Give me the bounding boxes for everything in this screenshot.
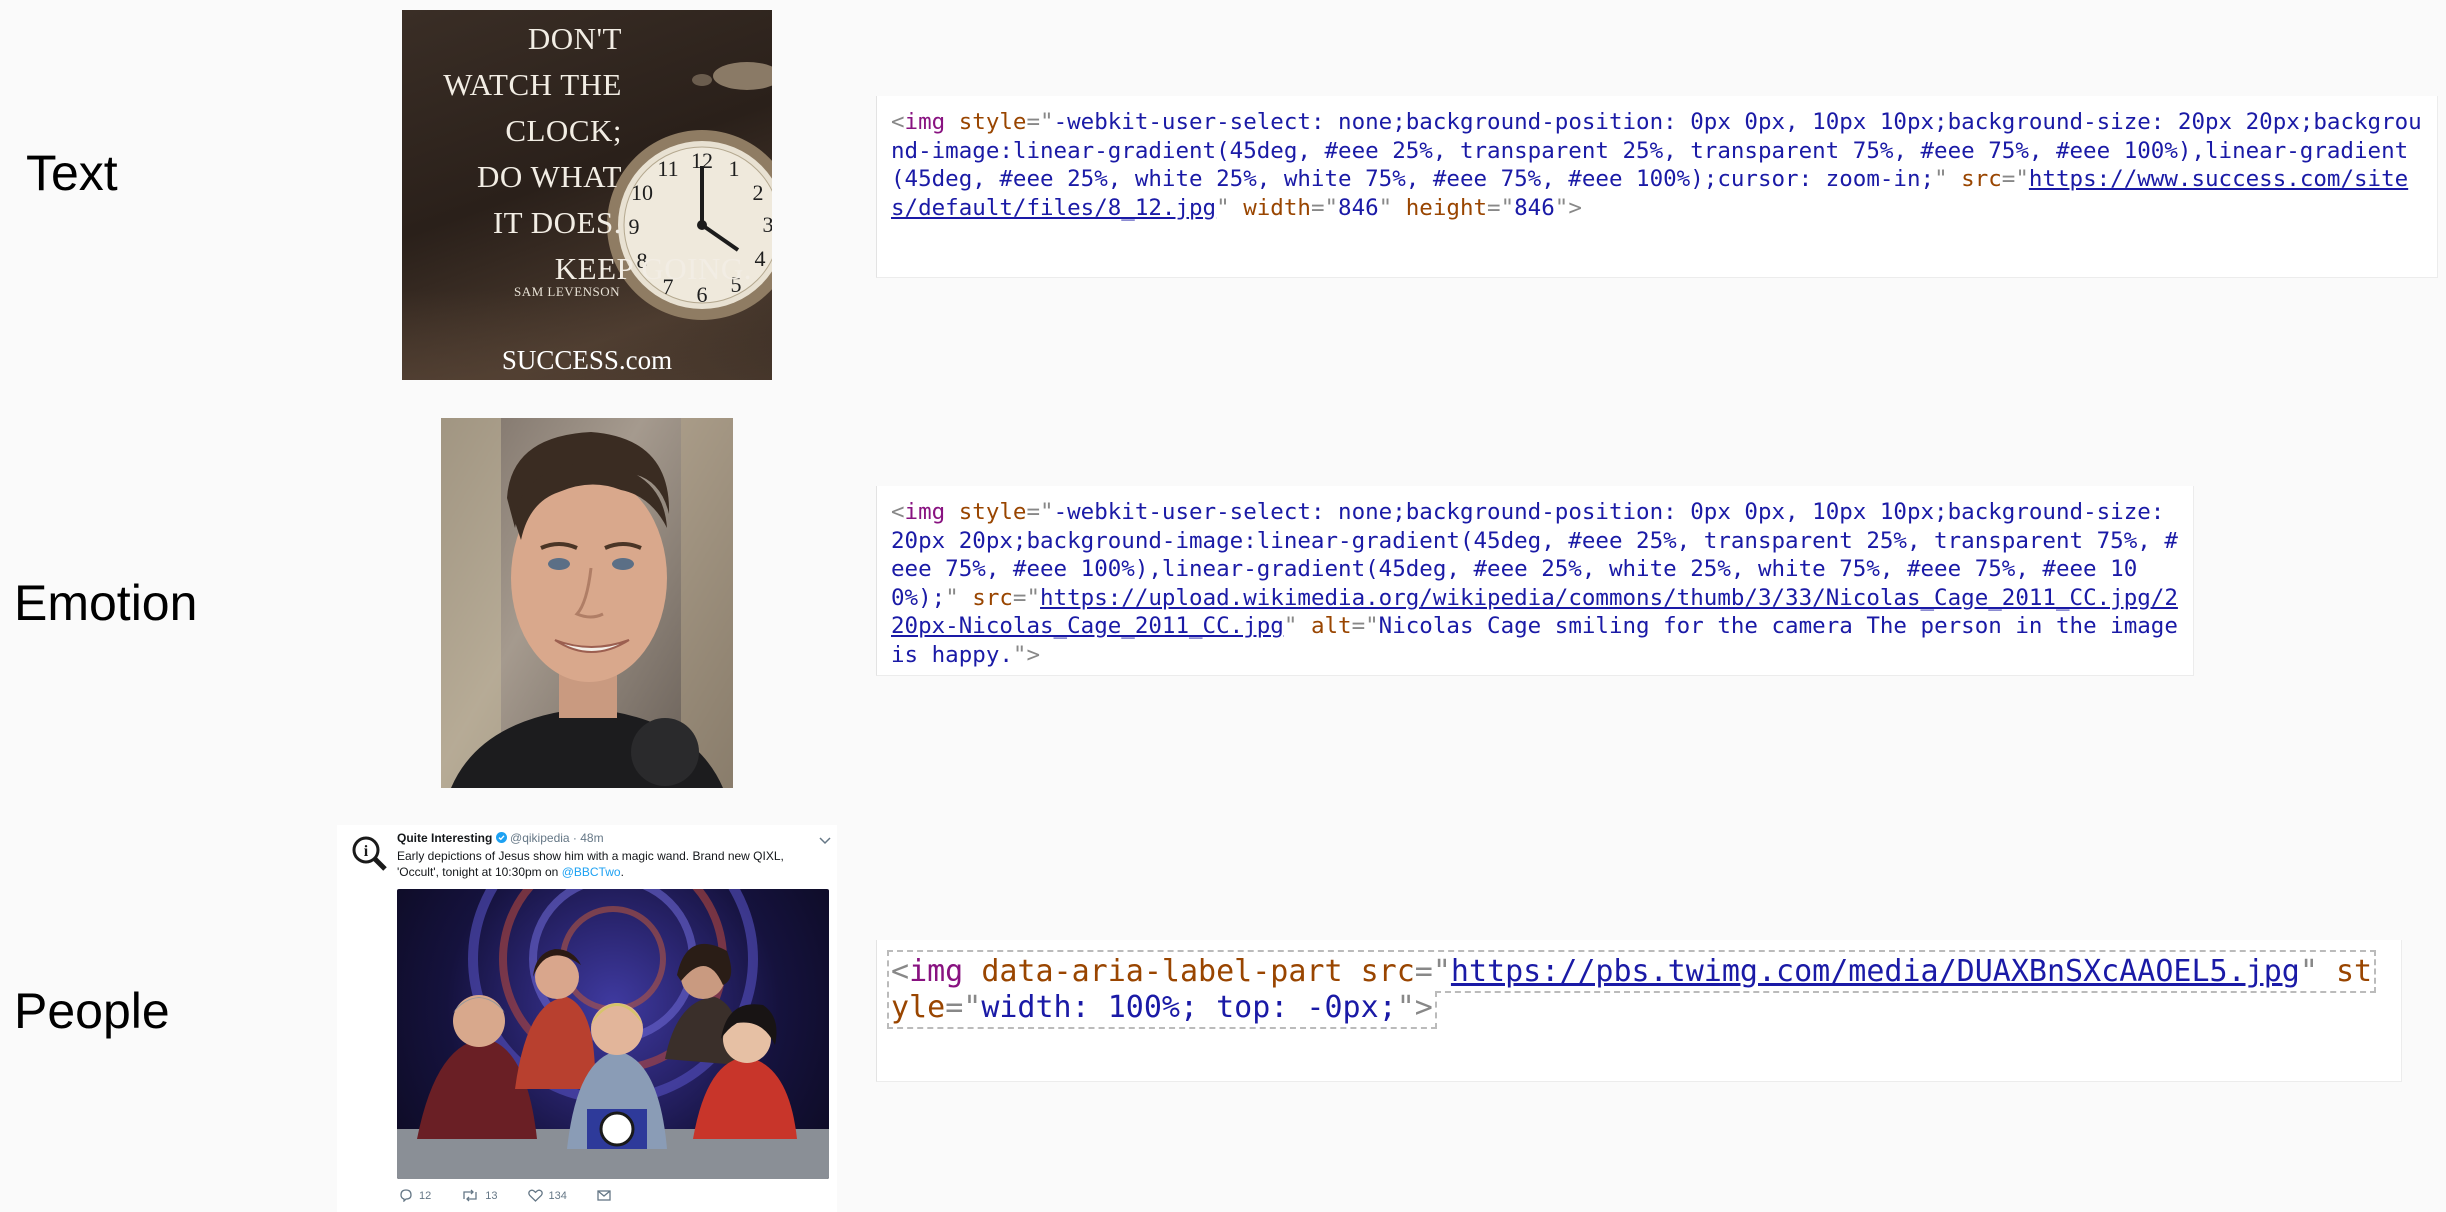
tweet-author[interactable]: Quite Interesting @qikipedia · 48m [397, 831, 604, 845]
code-punct: =" [2001, 166, 2029, 192]
clock-numeral: 12 [691, 148, 713, 173]
code-punct: " [1934, 166, 1948, 192]
reply-icon [400, 1189, 412, 1202]
svg-text:i: i [364, 843, 369, 860]
portrait-image [441, 418, 733, 788]
code-attr-name: style [958, 109, 1027, 135]
quote-text: DON'T WATCH THE CLOCK; DO WHAT IT DOES. … [402, 16, 751, 292]
tweet-photo-scene [397, 889, 829, 1179]
clock-numeral: 4 [755, 246, 766, 271]
message-action[interactable] [597, 1190, 611, 1201]
code-attr-name: height [1405, 194, 1488, 221]
reply-action[interactable]: 12 [399, 1189, 431, 1202]
like-action[interactable]: 134 [527, 1189, 567, 1202]
code-punct: < [891, 109, 905, 135]
tweet-text: Early depictions of Jesus show him with … [397, 848, 797, 880]
code-attr-name: width [1243, 194, 1311, 221]
code-attr-value: width: 100%; top: -0px; [981, 990, 1397, 1025]
code-punct: =" [1414, 954, 1451, 989]
code-selection[interactable]: <img data-aria-label-part src="https://p… [886, 950, 2377, 1029]
code-punct: =" [1310, 194, 1339, 221]
retweet-count: 13 [485, 1189, 498, 1202]
quote-line: WATCH THE [443, 67, 622, 102]
retweet-action[interactable]: 13 [461, 1189, 498, 1202]
code-attr-name: data-aria-label-part [981, 954, 1343, 989]
tweet-mention-link[interactable]: @BBCTwo [562, 865, 621, 879]
code-punct: =" [945, 990, 982, 1025]
quote-line: DO WHAT [477, 159, 622, 194]
row-label-emotion: Emotion [14, 575, 198, 631]
portrait-figure [441, 418, 733, 788]
chevron-down-icon[interactable] [819, 837, 831, 845]
code-punct: "> [1012, 641, 1041, 668]
code-punct: =" [1026, 109, 1054, 135]
code-punct: " [1283, 613, 1298, 639]
quote-line: CLOCK; [505, 113, 622, 148]
code-punct: =" [1026, 499, 1054, 525]
tweet-handle[interactable]: @qikipedia · 48m [510, 831, 604, 845]
code-attr-name: style [958, 499, 1027, 525]
code-punct: "> [1396, 990, 1433, 1025]
tweet-actions: 12 13 134 [399, 1189, 611, 1202]
quote-brand: SUCCESS.com [501, 345, 673, 375]
code-tag-name: img [904, 109, 946, 135]
clock-numeral: 11 [657, 156, 678, 181]
code-punct: < [891, 954, 910, 989]
code-tag-name: img [909, 954, 964, 989]
retweet-icon [463, 1189, 477, 1202]
magnifier-logo-icon: i [352, 836, 387, 871]
row-label-text: Text [26, 145, 118, 201]
code-punct: =" [1012, 584, 1041, 611]
clock-numeral: 9 [629, 214, 640, 239]
code-attr-value: 846 [1514, 194, 1555, 221]
row-label-people: People [14, 983, 170, 1039]
code-punct: " [1216, 194, 1230, 221]
tweet-text-end: . [620, 865, 624, 879]
code-panel-people: <img data-aria-label-part src="https://p… [876, 940, 2402, 1082]
code-punct: < [891, 499, 905, 525]
quote-line: IT DOES. [492, 205, 622, 240]
clock-numeral: 2 [753, 180, 764, 205]
quote-line: DON'T [527, 21, 622, 56]
code-punct: " [2299, 954, 2318, 989]
clock-numeral: 10 [631, 180, 653, 205]
code-attr-name: src [972, 584, 1013, 611]
envelope-icon [597, 1190, 611, 1201]
quote-author: SAM LEVENSON [514, 284, 621, 299]
code-attr-name: src [1961, 166, 2002, 192]
code-attr-name: alt [1310, 613, 1352, 639]
code-punct: " [945, 584, 959, 611]
code-punct: =" [1487, 194, 1515, 221]
reply-count: 12 [419, 1189, 432, 1202]
heart-icon [527, 1189, 543, 1202]
code-tag-name: img [904, 499, 946, 525]
tweet-photo[interactable] [397, 889, 829, 1179]
code-attr-name: src [1360, 954, 1415, 989]
tweet-author-name[interactable]: Quite Interesting [397, 831, 492, 845]
code-punct: "> [1554, 194, 1582, 221]
quote-image: 12 1 2 3 4 5 6 7 8 9 10 11 DON'T WATCH T… [402, 10, 772, 380]
tweet-card: i Quite Interesting @qikipedia · 48m Ear… [337, 825, 837, 1212]
code-punct: =" [1351, 613, 1379, 639]
clock-numeral: 3 [763, 212, 773, 237]
clock-numeral: 1 [729, 156, 740, 181]
code-src-link[interactable]: https://pbs.twimg.com/media/DUAXBnSXcAAO… [1451, 954, 2300, 989]
like-count: 134 [548, 1189, 567, 1202]
code-attr-value: 846 [1338, 194, 1379, 221]
code-punct: " [1378, 194, 1393, 221]
code-panel-text: <img style="-webkit-user-select: none;ba… [876, 96, 2438, 278]
verified-badge-icon [495, 832, 507, 843]
code-panel-emotion: <img style="-webkit-user-select: none;ba… [876, 486, 2194, 676]
